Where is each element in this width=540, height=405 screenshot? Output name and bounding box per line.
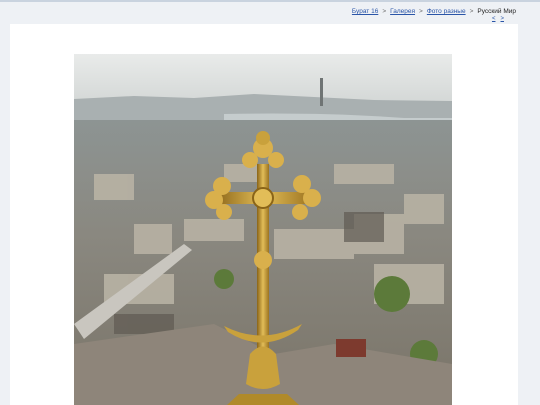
- breadcrumb-link-home[interactable]: Бурат 16: [352, 8, 378, 15]
- breadcrumb-separator: >: [382, 8, 387, 15]
- breadcrumb: Бурат 16 > Галерея > Фото разные > Русск…: [352, 8, 516, 15]
- breadcrumb-separator: >: [419, 8, 423, 15]
- breadcrumb-separator: >: [469, 8, 474, 15]
- breadcrumb-link-album[interactable]: Фото разные: [427, 8, 466, 15]
- next-photo-link[interactable]: >: [500, 16, 504, 22]
- top-border: [0, 0, 540, 2]
- breadcrumb-current: Русский Мир: [477, 8, 516, 15]
- gallery-photo[interactable]: [74, 54, 452, 405]
- photo-image: [74, 54, 452, 405]
- photo-pager: < >: [492, 16, 504, 22]
- chimney: [320, 78, 323, 106]
- breadcrumb-link-gallery[interactable]: Галерея: [390, 8, 415, 15]
- prev-photo-link[interactable]: <: [492, 16, 496, 22]
